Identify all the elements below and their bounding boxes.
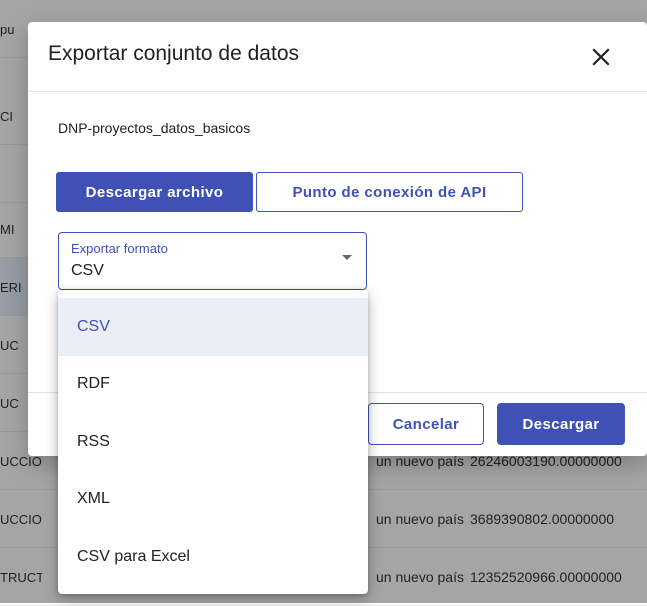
cancel-button[interactable]: Cancelar [368, 403, 484, 445]
dropdown-option-csv[interactable]: CSV [58, 298, 368, 356]
tab-download-file[interactable]: Descargar archivo [56, 172, 253, 212]
export-format-label: Exportar formato [71, 241, 168, 256]
dropdown-option-rdf[interactable]: RDF [58, 356, 368, 414]
dataset-name: DNP-proyectos_datos_basicos [58, 120, 251, 136]
caret-down-icon [342, 255, 352, 260]
download-button[interactable]: Descargar [497, 403, 625, 445]
dropdown-option-xml[interactable]: XML [58, 471, 368, 529]
export-format-select[interactable]: Exportar formato CSV [58, 232, 367, 290]
dropdown-option-rss[interactable]: RSS [58, 413, 368, 471]
export-format-value: CSV [71, 262, 104, 279]
close-button[interactable] [584, 40, 618, 74]
format-dropdown-menu: CSV RDF RSS XML CSV para Excel [58, 290, 368, 594]
dialog-header: Exportar conjunto de datos [28, 22, 647, 92]
close-icon [592, 48, 610, 66]
dropdown-option-csv-excel[interactable]: CSV para Excel [58, 528, 368, 586]
tab-api-endpoint[interactable]: Punto de conexión de API [256, 172, 523, 212]
dialog-title: Exportar conjunto de datos [48, 42, 299, 65]
